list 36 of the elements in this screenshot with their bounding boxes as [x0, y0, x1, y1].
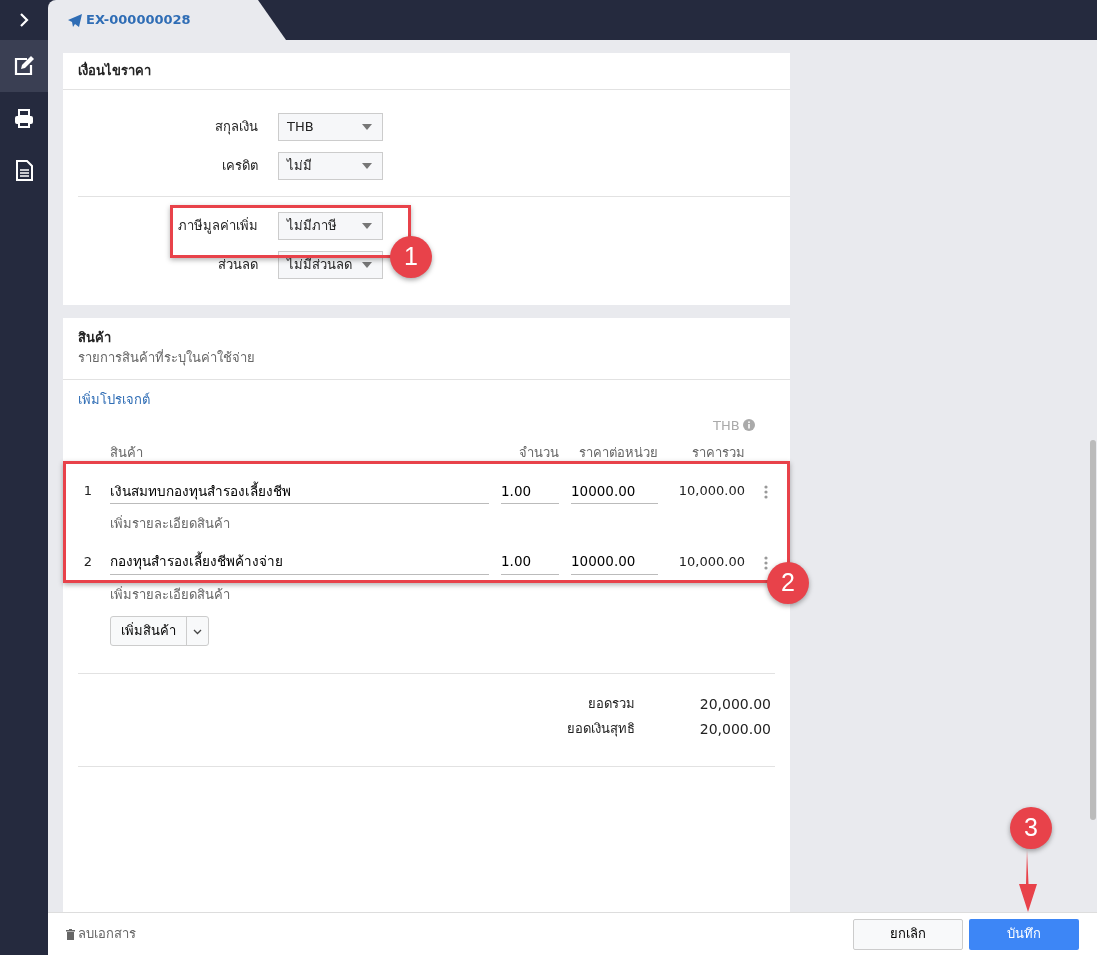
dropdown-field[interactable]: ไม่มีภาษี	[278, 212, 383, 240]
row-number: 2	[82, 553, 94, 572]
add-project-link[interactable]: เพิ่มโปรเจกต์	[78, 392, 150, 407]
field-label: ส่วนลด	[217, 256, 259, 275]
row-number: 1	[82, 482, 94, 501]
column-header: จำนวน	[518, 444, 559, 462]
save-button[interactable]: บันทึก	[969, 918, 1079, 950]
dropdown-field[interactable]: THB	[278, 113, 383, 141]
total-label: ยอดรวม	[588, 695, 635, 713]
input-field[interactable]: 10000.00	[571, 478, 658, 504]
column-header: สินค้า	[110, 444, 144, 462]
document-tab[interactable]: EX-000000028	[48, 0, 286, 40]
input-field[interactable]: 1.00	[501, 478, 559, 504]
section-subtitle: รายการสินค้าที่ระบุในค่าใช้จ่าย	[78, 348, 256, 367]
input-field[interactable]: เงินสมทบกองทุนสำรองเลี้ยงชีพ	[110, 478, 489, 504]
row-total: 10,000.00	[677, 553, 745, 572]
row-total: 10,000.00	[677, 482, 745, 501]
currency-label: THB	[713, 416, 740, 435]
dropdown-field[interactable]: ไม่มี	[278, 152, 383, 180]
input-field[interactable]: 10000.00	[571, 549, 658, 575]
field-label: สกุลเงิน	[214, 118, 259, 137]
total-value: 20,000.00	[698, 695, 772, 714]
total-label: ยอดเงินสุทธิ	[567, 720, 635, 739]
add-detail-link[interactable]: เพิ่มรายละเอียดสินค้า	[110, 513, 230, 534]
cancel-button[interactable]: ยกเลิก	[852, 918, 963, 950]
delete-document-link[interactable]: ลบเอกสาร	[66, 924, 137, 944]
input-field[interactable]: กองทุนสำรองเลี้ยงชีพค้างจ่าย	[110, 549, 489, 575]
add-detail-link[interactable]: เพิ่มรายละเอียดสินค้า	[110, 584, 230, 604]
section-title: สินค้า	[78, 329, 112, 347]
column-header: ราคาต่อหน่วย	[578, 444, 658, 462]
total-value: 20,000.00	[698, 720, 772, 739]
section-title: เงื่อนไขราคา	[78, 61, 152, 80]
input-field[interactable]: 1.00	[501, 549, 559, 575]
field-label: เครดิต	[221, 157, 259, 176]
column-header: ราคารวม	[691, 444, 745, 462]
field-label: ภาษีมูลค่าเพิ่ม	[177, 216, 259, 236]
